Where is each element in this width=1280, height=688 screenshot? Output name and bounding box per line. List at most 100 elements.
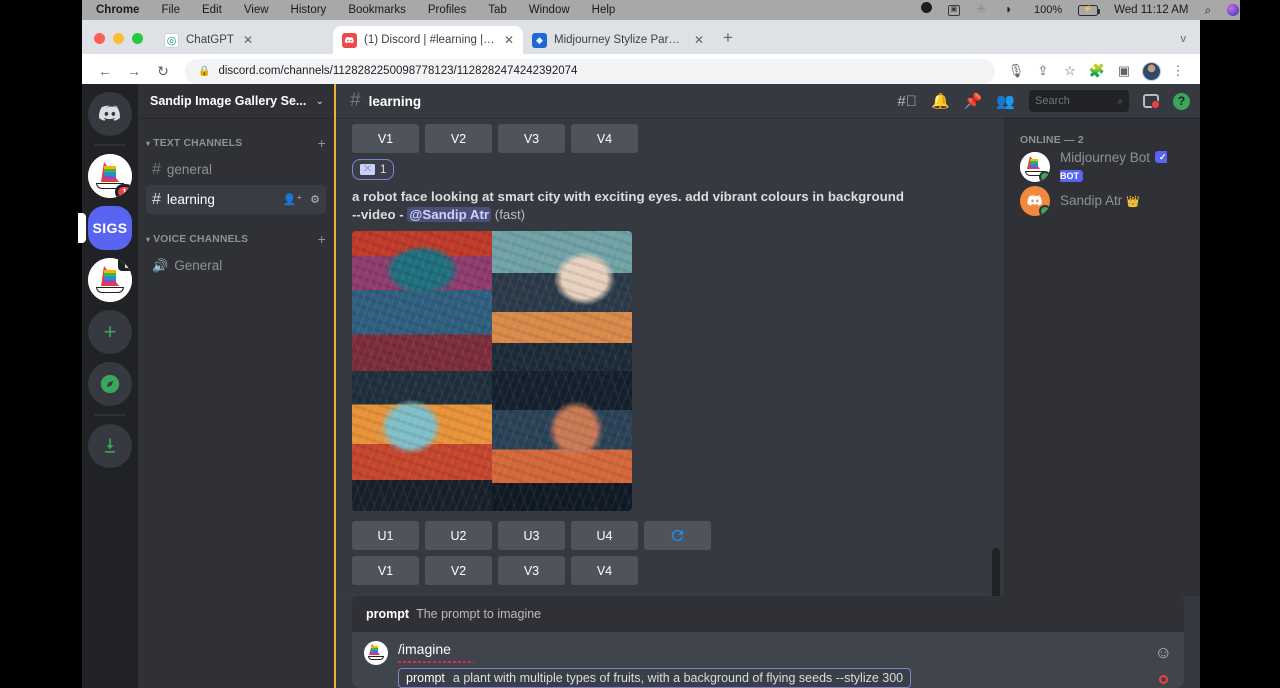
close-tab-icon[interactable]: ✕ (243, 33, 253, 47)
close-tab-icon[interactable]: ✕ (694, 33, 704, 47)
sidebar-item-server-sigs[interactable]: SIGS (88, 206, 132, 250)
add-server-button[interactable]: + (88, 310, 132, 354)
prompt-option-field[interactable]: prompt a plant with multiple types of fr… (398, 668, 911, 688)
category-text-channels[interactable]: ▾ TEXT CHANNELS + (138, 132, 334, 154)
menu-item-view[interactable]: View (233, 0, 280, 20)
chevron-down-icon[interactable]: ⌄ (316, 96, 324, 107)
menu-item-window[interactable]: Window (518, 0, 581, 20)
generated-image-2[interactable] (492, 231, 632, 371)
upscale-button-u1[interactable]: U1 (352, 521, 419, 550)
reroll-icon[interactable] (644, 521, 711, 550)
sidebar-item-learning[interactable]: # learning 👤⁺ ⚙ (146, 185, 326, 214)
battery-charging-icon[interactable]: ⚡ (1070, 5, 1106, 16)
variation-button-v1-bottom[interactable]: V1 (352, 556, 419, 585)
channel-label: learning (167, 192, 215, 207)
close-tab-icon[interactable]: ✕ (504, 33, 514, 47)
emoji-picker-icon[interactable]: ☺ (1155, 643, 1172, 663)
extensions-puzzle-icon[interactable]: 🧩 (1085, 59, 1109, 83)
search-input[interactable]: Search ⌕ (1029, 90, 1129, 112)
threads-icon[interactable]: #⃝ (897, 93, 917, 110)
user-mention[interactable]: @Sandip Atr (407, 207, 491, 222)
gear-icon[interactable]: ⚙ (310, 193, 320, 206)
address-bar[interactable]: 🔒 discord.com/channels/11282822500987781… (185, 59, 995, 84)
sidebar-item-direct-messages[interactable] (88, 92, 132, 136)
upscale-button-u3[interactable]: U3 (498, 521, 565, 550)
generated-image-grid[interactable] (352, 231, 632, 511)
inbox-icon[interactable] (1143, 94, 1159, 108)
message-scrollbar[interactable] (992, 118, 1000, 596)
mention-badge: 1 (115, 184, 132, 198)
member-list-icon[interactable]: 👥 (996, 92, 1015, 110)
variation-button-v3[interactable]: V3 (498, 124, 565, 153)
create-channel-icon[interactable]: + (318, 135, 326, 151)
sidebar-item-server-boat-2[interactable] (88, 258, 132, 302)
menu-item-file[interactable]: File (150, 0, 191, 20)
list-item[interactable]: Sandip Atr👑 (1012, 184, 1192, 218)
generated-image-4[interactable] (492, 371, 632, 511)
display-icon[interactable]: ▣ (940, 5, 968, 16)
envelope-reaction-top[interactable]: 1 (352, 159, 394, 180)
help-icon[interactable]: ? (1173, 93, 1190, 110)
download-apps-button[interactable] (88, 424, 132, 468)
menu-item-history[interactable]: History (280, 0, 338, 20)
variation-button-v2-bottom[interactable]: V2 (425, 556, 492, 585)
spotlight-search-icon[interactable]: ⌕ (1197, 0, 1220, 21)
generated-image-3[interactable] (352, 371, 492, 511)
variation-button-v2[interactable]: V2 (425, 124, 492, 153)
variation-button-v3-bottom[interactable]: V3 (498, 556, 565, 585)
menu-app-name[interactable]: Chrome (82, 0, 150, 20)
microphone-icon[interactable]: 🎙 (1004, 59, 1028, 83)
sidebar-item-voice-general[interactable]: 🔊 General (146, 251, 326, 280)
menu-item-bookmarks[interactable]: Bookmarks (337, 0, 417, 20)
status-badge (1039, 171, 1050, 182)
scrollbar-thumb[interactable] (992, 548, 1000, 596)
new-tab-button[interactable]: + (713, 28, 743, 54)
explore-servers-button[interactable] (88, 362, 132, 406)
notification-bell-icon[interactable]: 🔔 (931, 92, 950, 110)
sidebar-item-server-boat-1[interactable]: 1 (88, 154, 132, 198)
upscale-button-u4[interactable]: U4 (571, 521, 638, 550)
menu-item-edit[interactable]: Edit (191, 0, 233, 20)
pinned-messages-icon[interactable]: 📌 (964, 92, 983, 110)
menu-item-profiles[interactable]: Profiles (417, 0, 477, 20)
window-controls (86, 33, 155, 54)
list-item[interactable]: Midjourney Bot✓ BOT (1012, 150, 1192, 184)
category-voice-channels[interactable]: ▾ VOICE CHANNELS + (138, 228, 334, 250)
close-window-button[interactable] (94, 33, 105, 44)
chrome-menu-icon[interactable]: ⋮ (1166, 59, 1190, 83)
hash-icon: # (350, 90, 361, 112)
variation-button-v4-bottom[interactable]: V4 (571, 556, 638, 585)
tab-search-chevron-icon[interactable]: v (1181, 33, 1201, 54)
hash-icon: # (152, 161, 161, 179)
server-header[interactable]: Sandip Image Gallery Se... ⌄ (138, 84, 334, 118)
share-icon[interactable]: ⇪ (1031, 59, 1055, 83)
message-input-row[interactable]: /imagine prompt a plant with multiple ty… (352, 632, 1184, 688)
record-icon[interactable] (913, 0, 940, 20)
reload-button[interactable]: ↻ (150, 58, 176, 84)
upscale-button-u2[interactable]: U2 (425, 521, 492, 550)
command-input[interactable]: /imagine prompt a plant with multiple ty… (398, 641, 1145, 688)
wifi-icon[interactable]: ◗ (997, 0, 1026, 20)
menu-item-tab[interactable]: Tab (477, 0, 518, 20)
browser-tab-midjourney[interactable]: ◆ Midjourney Stylize Parameter ✕ (523, 26, 713, 54)
create-channel-icon[interactable]: + (318, 231, 326, 247)
variation-button-v4[interactable]: V4 (571, 124, 638, 153)
forward-button[interactable]: → (121, 58, 147, 84)
menu-item-help[interactable]: Help (581, 0, 627, 20)
record-stop-icon[interactable] (1159, 675, 1168, 684)
profile-avatar[interactable] (1139, 59, 1163, 83)
browser-tab-discord[interactable]: (1) Discord | #learning | Sandip ✕ (333, 26, 523, 54)
bookmark-star-icon[interactable]: ☆ (1058, 59, 1082, 83)
side-panel-icon[interactable]: ▣ (1112, 59, 1136, 83)
bluetooth-icon[interactable]: ✳ (968, 0, 997, 20)
browser-tab-chatgpt[interactable]: ◎ ChatGPT ✕ (155, 26, 333, 54)
maximize-window-button[interactable] (132, 33, 143, 44)
sidebar-item-general[interactable]: # general (146, 155, 326, 184)
back-button[interactable]: ← (92, 58, 118, 84)
minimize-window-button[interactable] (113, 33, 124, 44)
variation-button-v1[interactable]: V1 (352, 124, 419, 153)
invite-member-icon[interactable]: 👤⁺ (283, 193, 303, 206)
generated-image-1[interactable] (352, 231, 492, 371)
message-composer: promptThe prompt to imagine /imagine pro… (336, 596, 1200, 688)
menubar-clock[interactable]: Wed 11:12 AM (1106, 0, 1196, 20)
